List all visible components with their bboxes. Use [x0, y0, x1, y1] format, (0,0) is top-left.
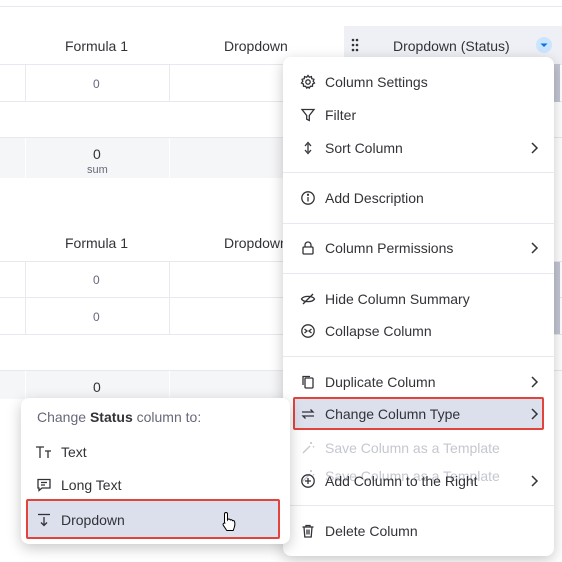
column-header-dropdown[interactable]: Dropdown: [224, 38, 288, 54]
menu-item-label: Column Permissions: [325, 240, 454, 256]
eye-off-icon: [299, 290, 317, 308]
chevron-right-icon: [526, 375, 542, 389]
divider: [25, 371, 26, 399]
divider: [25, 262, 26, 334]
column-header-formula[interactable]: Formula 1: [65, 235, 128, 251]
duplicate-icon: [299, 373, 317, 391]
submenu-title: Change Status column to:: [37, 409, 202, 425]
menu-item-label: Hide Column Summary: [325, 291, 470, 307]
plus-circle-icon: [299, 472, 317, 490]
divider: [283, 356, 554, 357]
divider: [283, 223, 554, 224]
menu-item-save-column-as-template: Save Column as a Template: [289, 433, 548, 463]
formula-cell[interactable]: 0: [93, 310, 100, 324]
scrollbar[interactable]: [553, 64, 560, 102]
formula-cell[interactable]: 0: [93, 77, 100, 91]
scrollbar[interactable]: [553, 262, 560, 334]
menu-item-hide-column-summary[interactable]: Hide Column Summary: [289, 284, 548, 314]
filter-icon: [299, 106, 317, 124]
chevron-right-icon: [526, 474, 542, 488]
swap-icon: [299, 405, 317, 423]
text-type-icon: [35, 443, 53, 461]
divider: [0, 6, 562, 7]
gear-icon: [299, 73, 317, 91]
menu-item-label: Change Column Type: [325, 406, 461, 422]
magic-wand-icon: [299, 439, 317, 457]
formula-cell[interactable]: 0: [93, 273, 100, 287]
type-option-long-text[interactable]: Long Text: [27, 470, 284, 500]
menu-item-duplicate-column[interactable]: Duplicate Column: [289, 367, 548, 397]
type-option-text[interactable]: Text: [27, 437, 284, 467]
type-option-label: Long Text: [61, 477, 122, 493]
long-text-icon: [35, 476, 53, 494]
dropdown-type-icon: [35, 511, 53, 529]
menu-item-label: Delete Column: [325, 523, 418, 539]
type-option-label: Text: [61, 444, 87, 460]
type-option-dropdown[interactable]: Dropdown: [27, 505, 284, 535]
menu-item-add-column-right[interactable]: Add Column to the Right: [289, 466, 548, 496]
chevron-right-icon: [526, 141, 542, 155]
chevron-right-icon: [526, 407, 542, 421]
menu-item-add-description[interactable]: Add Description: [289, 183, 548, 213]
chevron-right-icon: [526, 241, 542, 255]
column-header-label: Dropdown (Status): [393, 38, 510, 54]
divider: [25, 138, 26, 178]
trash-icon: [299, 522, 317, 540]
summary-row: [0, 371, 290, 399]
menu-item-collapse-column[interactable]: Collapse Column: [289, 316, 548, 346]
menu-item-sort-column[interactable]: Sort Column: [289, 133, 548, 163]
menu-item-label: Sort Column: [325, 140, 403, 156]
menu-item-label: Save Column as a Template: [325, 440, 500, 456]
lock-icon: [299, 239, 317, 257]
type-option-label: Dropdown: [61, 512, 125, 528]
menu-item-label: Filter: [325, 107, 357, 123]
collapse-icon: [299, 322, 317, 340]
hand-cursor-icon: [221, 511, 237, 533]
divider: [169, 262, 170, 334]
menu-item-label: Add Description: [325, 190, 424, 206]
divider: [169, 65, 170, 101]
column-header-dropdown[interactable]: Dropdown: [224, 235, 288, 251]
info-icon: [299, 189, 317, 207]
column-header-formula[interactable]: Formula 1: [65, 38, 128, 54]
menu-item-delete-column[interactable]: Delete Column: [289, 516, 548, 546]
menu-item-label: Duplicate Column: [325, 374, 436, 390]
summary-row: [0, 138, 290, 178]
column-menu-chevron-icon[interactable]: [536, 37, 552, 53]
menu-item-column-permissions[interactable]: Column Permissions: [289, 233, 548, 263]
summary-value: 0: [93, 146, 101, 162]
divider: [283, 172, 554, 173]
menu-item-label: Column Settings: [325, 74, 428, 90]
drag-handle-icon[interactable]: [350, 36, 360, 54]
divider: [25, 65, 26, 101]
divider: [283, 273, 554, 274]
menu-item-change-column-type[interactable]: Change Column Type: [289, 399, 548, 429]
sort-icon: [299, 139, 317, 157]
menu-item-label: Collapse Column: [325, 323, 432, 339]
divider: [169, 371, 170, 399]
divider: [283, 505, 554, 506]
summary-label: sum: [87, 164, 108, 176]
divider: [169, 138, 170, 178]
menu-item-column-settings[interactable]: Column Settings: [289, 67, 548, 97]
menu-item-label: Add Column to the Right: [325, 473, 478, 489]
menu-item-filter[interactable]: Filter: [289, 100, 548, 130]
summary-value: 0: [93, 379, 101, 395]
